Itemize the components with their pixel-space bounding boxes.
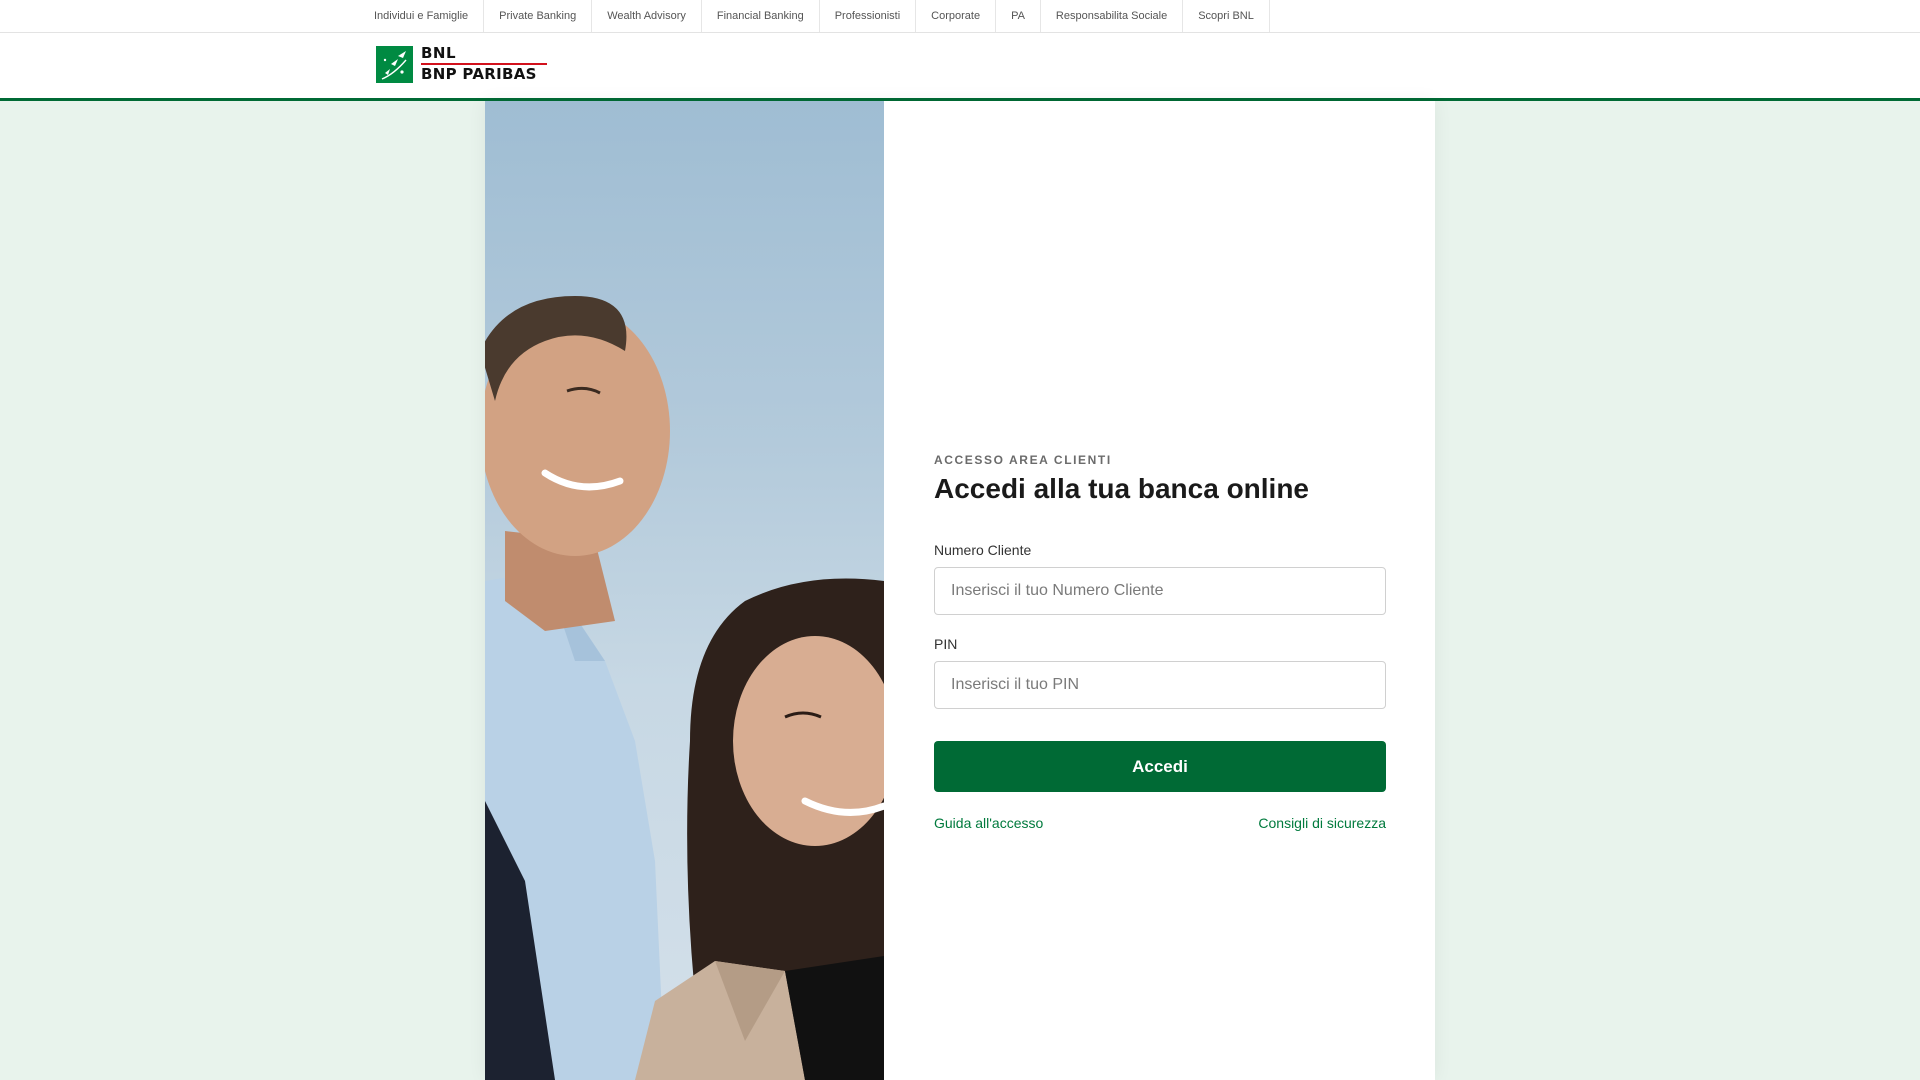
login-card: ACCESSO AREA CLIENTI Accedi alla tua ban…	[485, 101, 1435, 1080]
login-form: ACCESSO AREA CLIENTI Accedi alla tua ban…	[934, 101, 1386, 1080]
section-eyebrow: ACCESSO AREA CLIENTI	[934, 453, 1112, 467]
security-tips-link[interactable]: Consigli di sicurezza	[1258, 815, 1386, 831]
logo-bnl-text: BNL	[421, 44, 457, 62]
top-nav-item-private-banking[interactable]: Private Banking	[484, 0, 593, 32]
top-nav-item-corporate[interactable]: Corporate	[916, 0, 997, 32]
top-nav-item-individui-e-famiglie[interactable]: Individui e Famiglie	[359, 0, 485, 32]
top-nav-item-pa[interactable]: PA	[996, 0, 1041, 32]
hero-photo	[485, 101, 884, 1080]
logo-wordmark: BNL BNP PARIBAS	[421, 46, 547, 82]
client-number-label: Numero Cliente	[934, 542, 1032, 558]
top-nav-item-professionisti[interactable]: Professionisti	[820, 0, 917, 32]
top-navigation: Individui e Famiglie Private Banking Wea…	[0, 0, 1920, 33]
login-button[interactable]: Accedi	[934, 741, 1386, 792]
top-nav-item-financial-banking[interactable]: Financial Banking	[702, 0, 820, 32]
top-nav-list: Individui e Famiglie Private Banking Wea…	[359, 0, 1270, 32]
top-nav-item-wealth-advisory[interactable]: Wealth Advisory	[592, 0, 702, 32]
pin-input[interactable]	[934, 661, 1386, 709]
bnp-paribas-stars-icon	[376, 45, 413, 83]
couple-illustration	[485, 296, 884, 1080]
top-nav-item-scopri-bnl[interactable]: Scopri BNL	[1183, 0, 1270, 32]
logo-bnp-paribas-text: BNP PARIBAS	[421, 65, 537, 83]
client-number-input[interactable]	[934, 567, 1386, 615]
access-guide-link[interactable]: Guida all'accesso	[934, 815, 1043, 831]
pin-label: PIN	[934, 636, 958, 652]
top-nav-item-responsabilita-sociale[interactable]: Responsabilita Sociale	[1041, 0, 1184, 32]
site-header: BNL BNP PARIBAS	[0, 33, 1920, 101]
page-title: Accedi alla tua banca online	[934, 473, 1310, 504]
bnl-logo[interactable]: BNL BNP PARIBAS	[376, 45, 547, 83]
